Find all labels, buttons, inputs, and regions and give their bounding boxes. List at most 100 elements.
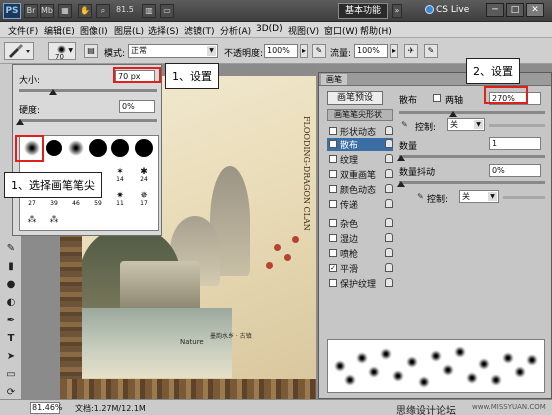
- menu-3d[interactable]: 3D(D): [256, 24, 283, 34]
- brush-tool-preset-button[interactable]: [4, 42, 34, 60]
- count-slider[interactable]: [399, 155, 545, 158]
- hardness-slider[interactable]: [19, 119, 157, 122]
- count-field[interactable]: 1: [489, 137, 541, 150]
- option-color-dynamics[interactable]: 颜色动态: [327, 183, 393, 196]
- control2-slider[interactable]: [503, 196, 545, 199]
- control-select[interactable]: 关 ▼: [447, 118, 485, 131]
- brush-picker-button[interactable]: 70 ▼: [48, 42, 76, 61]
- brush-tip-hard[interactable]: [44, 138, 64, 158]
- hardness-slider-thumb[interactable]: [16, 119, 24, 125]
- brush-tip-soft[interactable]: [66, 138, 86, 158]
- size-slider-thumb[interactable]: [49, 89, 57, 95]
- checkbox[interactable]: ✓: [329, 140, 337, 148]
- option-noise[interactable]: 杂色: [327, 217, 393, 230]
- workspace-button[interactable]: 基本功能: [338, 3, 388, 19]
- hardness-field[interactable]: 0%: [119, 100, 155, 113]
- menu-file[interactable]: 文件(F): [8, 24, 38, 37]
- brush-tip-splatter[interactable]: ✷ 11: [110, 186, 130, 207]
- option-transfer[interactable]: 传递: [327, 198, 393, 211]
- checkbox[interactable]: [329, 279, 337, 287]
- lock-icon[interactable]: [385, 199, 393, 208]
- type-tool-icon[interactable]: T: [4, 332, 18, 346]
- opacity-dropdown-icon[interactable]: ▸: [300, 44, 308, 58]
- arrange-icon[interactable]: ▥: [142, 4, 156, 18]
- checkbox[interactable]: [329, 234, 337, 242]
- option-smoothing[interactable]: ✓ 平滑: [327, 262, 393, 275]
- blur-tool-icon[interactable]: ●: [4, 278, 18, 292]
- checkbox[interactable]: [329, 219, 337, 227]
- brush-tool-icon[interactable]: ✎: [4, 242, 18, 256]
- brush-tip-splatter[interactable]: ✵ 17: [134, 186, 154, 207]
- lock-icon[interactable]: [385, 218, 393, 227]
- pressure-opacity-icon[interactable]: ✎: [312, 44, 326, 58]
- document-info[interactable]: 文档:1.27M/12.1M: [75, 403, 146, 414]
- menu-window[interactable]: 窗口(W): [324, 24, 358, 37]
- mode-select[interactable]: 正常 ▼: [128, 44, 218, 58]
- checkbox[interactable]: [329, 127, 337, 135]
- count-slider-thumb[interactable]: [397, 155, 405, 161]
- zoom-field[interactable]: 81.46%: [30, 402, 63, 414]
- brush-tip-star[interactable]: ✱ 24: [134, 162, 154, 183]
- gradient-tool-icon[interactable]: ▮: [4, 260, 18, 274]
- minibridge-icon[interactable]: Mb: [40, 4, 54, 18]
- checkbox[interactable]: [329, 249, 337, 257]
- dodge-tool-icon[interactable]: ◐: [4, 296, 18, 310]
- both-axes-checkbox[interactable]: [433, 94, 441, 102]
- lock-icon[interactable]: [385, 233, 393, 242]
- brush-panel-toggle-icon[interactable]: ▤: [84, 44, 98, 58]
- path-selection-icon[interactable]: ➤: [4, 350, 18, 364]
- control-slider[interactable]: [489, 124, 545, 127]
- lock-icon[interactable]: [385, 184, 393, 193]
- scatter-slider-thumb[interactable]: [449, 111, 457, 117]
- flow-dropdown-icon[interactable]: ▸: [390, 44, 398, 58]
- lock-icon[interactable]: [385, 248, 393, 257]
- checkbox[interactable]: [329, 170, 337, 178]
- grid-icon[interactable]: ▦: [58, 4, 72, 18]
- checkbox[interactable]: [329, 155, 337, 163]
- count-jitter-slider-thumb[interactable]: [397, 181, 405, 187]
- flow-field[interactable]: 100%: [354, 44, 388, 58]
- menu-view[interactable]: 视图(V): [288, 24, 319, 37]
- bridge-icon[interactable]: Br: [24, 4, 38, 18]
- option-shape-dynamics[interactable]: 形状动态: [327, 125, 393, 138]
- zoom-tool-icon[interactable]: ⌕: [96, 4, 110, 18]
- brush-tip-hard[interactable]: [134, 138, 154, 158]
- option-wet-edges[interactable]: 湿边: [327, 232, 393, 245]
- pressure-size-icon[interactable]: ✎: [424, 44, 438, 58]
- scatter-slider[interactable]: [399, 111, 545, 114]
- count-jitter-slider[interactable]: [399, 181, 545, 184]
- lock-icon[interactable]: [385, 139, 393, 148]
- brush-tip-grass[interactable]: ⁂: [22, 210, 42, 230]
- menu-edit[interactable]: 编辑(E): [44, 24, 75, 37]
- checkbox[interactable]: [329, 200, 337, 208]
- lock-icon[interactable]: [385, 154, 393, 163]
- brush-tip-chalk[interactable]: ✶ 14: [110, 162, 130, 183]
- pen-tool-icon[interactable]: ✒: [4, 314, 18, 328]
- option-protect-texture[interactable]: 保护纹理: [327, 277, 393, 290]
- screen-mode-icon[interactable]: ▭: [160, 4, 174, 18]
- close-button[interactable]: ✕: [526, 3, 544, 17]
- menu-help[interactable]: 帮助(H): [360, 24, 392, 37]
- workspace-more-icon[interactable]: »: [392, 4, 402, 18]
- shape-tool-icon[interactable]: ▭: [4, 368, 18, 382]
- opacity-field[interactable]: 100%: [264, 44, 298, 58]
- brush-presets-button[interactable]: 画笔预设: [327, 91, 383, 105]
- brush-tip-hard[interactable]: [110, 138, 130, 158]
- option-texture[interactable]: 纹理: [327, 153, 393, 166]
- brush-tip-hard[interactable]: [88, 138, 108, 158]
- lock-icon[interactable]: [385, 126, 393, 135]
- hand-icon[interactable]: ✋: [78, 4, 92, 18]
- option-dual-brush[interactable]: 双重画笔: [327, 168, 393, 181]
- cs-live-button[interactable]: CS Live: [425, 5, 469, 15]
- menu-select[interactable]: 选择(S): [148, 24, 179, 37]
- lock-icon[interactable]: [385, 169, 393, 178]
- checkbox[interactable]: ✓: [329, 264, 337, 272]
- option-scattering[interactable]: ✓ 散布: [327, 138, 393, 151]
- menu-analysis[interactable]: 分析(A): [220, 24, 251, 37]
- 3d-rotate-icon[interactable]: ⟳: [4, 386, 18, 400]
- brush-tip-grass[interactable]: ⁂: [44, 210, 64, 230]
- brush-tip-shape-item[interactable]: 画笔笔尖形状: [327, 109, 393, 121]
- checkbox[interactable]: [329, 185, 337, 193]
- lock-icon[interactable]: [385, 278, 393, 287]
- count-jitter-field[interactable]: 0%: [489, 164, 541, 177]
